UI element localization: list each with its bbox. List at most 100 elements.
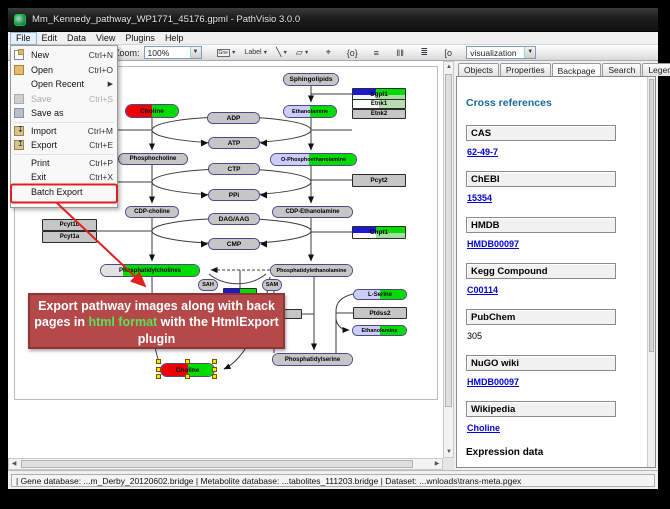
node-phosphatidylserine[interactable]: Phosphatidylserine [272,353,353,366]
node-ptdss2[interactable]: Ptdss2 [353,307,407,319]
stack-rows-icon[interactable]: ≡ [368,48,384,58]
node-ethanolamine[interactable]: Ethanolamine [283,105,337,118]
node-pcyt2[interactable]: Pcyt2 [352,174,406,187]
menu-item-open[interactable]: OpenCtrl+O [11,63,117,78]
xref-value-cas[interactable]: 62-49-7 [467,147,655,157]
selection-handle[interactable] [156,359,161,364]
chevron-down-icon[interactable]: ▼ [231,50,236,56]
selection-handle[interactable] [212,367,217,372]
scroll-right-icon[interactable]: ▶ [432,459,442,469]
selection-handle[interactable] [185,374,190,379]
node-l-serine[interactable]: L-Serine [353,289,407,300]
xref-value-hmdb[interactable]: HMDB00097 [467,239,655,249]
node-pcyt1a[interactable]: Pcyt1a [42,231,97,243]
panel-scrollbar[interactable] [647,77,655,467]
chevron-down-icon[interactable]: ▼ [524,47,535,58]
zoom-combobox[interactable]: 100% ▼ [144,46,202,59]
label-tool-button[interactable]: Label ▼ [241,46,271,59]
node-ethanolamine-2[interactable]: Ethanolamine [352,325,407,336]
scroll-up-icon[interactable]: ▲ [444,62,454,72]
selection-handle[interactable] [185,359,190,364]
menu-item-label: Open Recent [31,79,108,89]
node-phosphocholine[interactable]: Phosphocholine [118,153,188,165]
line-tool-button[interactable]: ╲ ▼ [273,46,291,59]
node-cdp-choline[interactable]: CDP-choline [125,206,179,218]
chevron-down-icon[interactable]: ▼ [282,50,287,56]
node-ppi[interactable]: PPi [208,189,260,201]
tab-objects[interactable]: Objects [458,63,499,76]
xref-header-wikipedia: Wikipedia [466,401,616,417]
node-adp[interactable]: ADP [207,112,260,124]
node-ctp[interactable]: CTP [208,163,260,175]
common-size-icon[interactable]: ≣ [416,47,432,58]
scroll-down-icon[interactable]: ▼ [444,447,454,457]
node-phosphatidylethanolamine[interactable]: Phosphatidylethanolamine [270,264,353,277]
menu-item-new[interactable]: NewCtrl+N [11,48,117,63]
node-sam[interactable]: SAM [262,279,282,291]
menu-item-exit[interactable]: ExitCtrl+X [11,170,117,185]
menu-item-save-as[interactable]: Save as [11,106,117,121]
menu-item-export[interactable]: ExportCtrl+E [11,138,117,153]
menu-file[interactable]: File [10,32,37,45]
menu-plugins[interactable]: Plugins [120,32,160,45]
menu-item-label: Print [31,158,89,168]
chevron-down-icon[interactable]: ▼ [263,50,268,56]
shape-tool-button[interactable]: ▱ ▼ [293,46,312,59]
tab-search[interactable]: Search [602,63,641,76]
menu-item-save[interactable]: SaveCtrl+S [11,92,117,107]
selection-handle[interactable] [212,359,217,364]
visualization-combobox[interactable]: visualization ▼ [466,46,536,59]
menu-help[interactable]: Help [160,32,189,45]
selection-handle[interactable] [212,374,217,379]
menu-view[interactable]: View [91,32,120,45]
xref-value-nugo-wiki[interactable]: HMDB00097 [467,377,655,387]
node-cmp[interactable]: CMP [208,238,260,250]
node-sphingolipids[interactable]: Sphingolipids [283,73,339,86]
tab-legend[interactable]: Legend [642,63,670,76]
datanode-tool-button[interactable]: Gne ▼ [214,46,240,59]
bracket-shape-icon[interactable]: [o [440,48,456,58]
tab-properties[interactable]: Properties [500,63,551,76]
node-label: PPi [209,190,259,200]
node-etnk1[interactable]: Etnk1 [352,99,406,109]
node-label: Chpt1 [353,227,405,238]
node-sah[interactable]: SAH [198,279,218,291]
node-etnk2[interactable]: Etnk2 [352,109,406,119]
scroll-left-icon[interactable]: ◀ [9,459,19,469]
horizontal-scrollbar[interactable]: ◀ ▶ [8,458,443,470]
node-phosphatidylcholines[interactable]: Phosphatidylcholines [100,264,200,277]
node-atp[interactable]: ATP [208,137,260,149]
menu-item-shortcut: Ctrl+P [89,158,113,168]
node-label: SAM [263,280,281,290]
menu-item-spacer [14,172,27,182]
chevron-down-icon[interactable]: ▼ [304,50,309,56]
stack-columns-icon[interactable]: ‖‖ [392,48,408,58]
vertical-scrollbar[interactable]: ▲ ▼ [443,61,454,458]
menu-data[interactable]: Data [62,32,91,45]
align-center-icon[interactable]: ⌖ [320,47,336,58]
node-chpt1[interactable]: Chpt1 [352,226,406,239]
panel-scroll-thumb[interactable] [649,79,654,352]
tab-backpage[interactable]: Backpage [552,63,602,76]
xref-value-chebi[interactable]: 15354 [467,193,655,203]
menu-edit[interactable]: Edit [37,32,63,45]
xref-header-pubchem: PubChem [466,309,616,325]
chevron-down-icon[interactable]: ▼ [190,47,201,58]
node-o-phosphoethanolamine[interactable]: O-Phosphoethanolamine [270,153,357,166]
vertical-scroll-thumb[interactable] [445,74,452,407]
menu-item-print[interactable]: PrintCtrl+P [11,156,117,171]
xref-value-kegg-compound[interactable]: C00114 [467,285,655,295]
node-cdp-ethanolamine[interactable]: CDP-Ethanolamine [272,206,353,218]
menu-item-batch-export[interactable]: Batch Export [11,185,117,200]
selection-handle[interactable] [156,367,161,372]
import-icon [14,126,27,136]
menu-item-import[interactable]: ImportCtrl+M [11,124,117,139]
node-choline[interactable]: Choline [125,104,179,118]
node-pcyt1b[interactable]: Pcyt1b [42,219,97,231]
selection-handle[interactable] [156,374,161,379]
center-vertical-icon[interactable]: {o} [344,48,360,58]
menu-item-open-recent[interactable]: Open Recent▶ [11,77,117,92]
node-dag-aag[interactable]: DAG/AAG [208,213,260,225]
xref-value-wikipedia[interactable]: Choline [467,423,655,433]
horizontal-scroll-thumb[interactable] [21,460,413,468]
